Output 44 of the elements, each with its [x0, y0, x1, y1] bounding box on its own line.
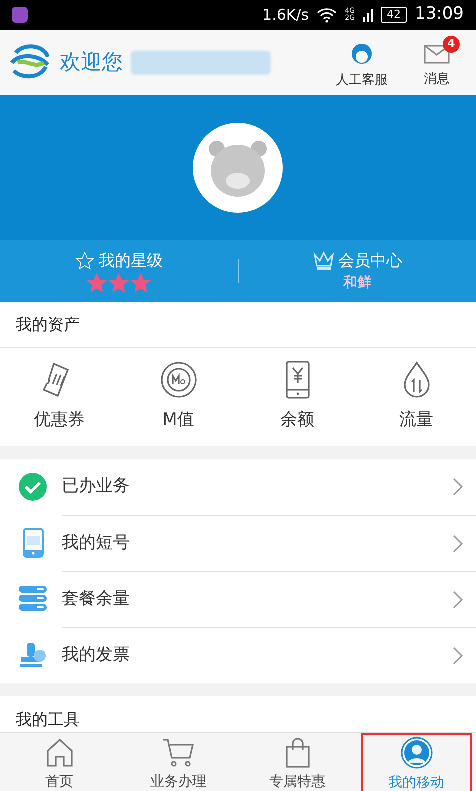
- section-title: 我的工具: [16, 710, 80, 729]
- star-icon: [75, 251, 95, 271]
- clock: 13:09: [415, 3, 464, 26]
- network-speed: 1.6K/s: [262, 4, 310, 26]
- nav-tab[interactable]: 首页: [0, 733, 119, 791]
- chevron-icon: [452, 534, 464, 554]
- asset-item[interactable]: 余额: [238, 348, 357, 446]
- stamp-icon: [18, 640, 48, 670]
- agent-icon: [350, 42, 374, 67]
- member-level: 和鲜: [344, 274, 372, 292]
- messages-button[interactable]: 4 消息: [414, 36, 460, 90]
- customer-service-button[interactable]: 人工客服: [326, 34, 398, 90]
- asset-item[interactable]: 流量: [357, 348, 476, 446]
- mail-icon: [424, 44, 450, 66]
- chevron-icon: [452, 646, 464, 666]
- menu-item[interactable]: 我的短号: [0, 515, 476, 571]
- star-icon: [108, 273, 130, 293]
- app-icon: [12, 7, 28, 23]
- section-title: 我的资产: [16, 314, 80, 336]
- wifi-icon: [317, 8, 338, 22]
- badge: 4: [443, 36, 460, 53]
- battery-level: 42: [381, 7, 407, 23]
- chevron-icon: [452, 477, 464, 497]
- star-icon: [130, 273, 152, 293]
- signal-icon: [363, 7, 373, 23]
- menu-item[interactable]: 套餐余量: [0, 571, 476, 627]
- user-icon: [400, 736, 432, 768]
- cart-icon: [162, 738, 196, 768]
- menu-item[interactable]: 我的发票: [0, 627, 476, 683]
- home-icon: [44, 738, 74, 768]
- nav-tab[interactable]: 专属特惠: [238, 733, 357, 791]
- stat-label: 会员中心: [338, 250, 402, 272]
- stat-label: 我的星级: [99, 250, 163, 272]
- coin-icon: [158, 360, 198, 400]
- asset-item[interactable]: 优惠券: [0, 348, 119, 446]
- star-icon: [86, 273, 108, 293]
- chevron-icon: [452, 590, 464, 610]
- nav-tab[interactable]: 业务办理: [119, 733, 238, 791]
- crown-icon: [312, 250, 334, 270]
- menu-item[interactable]: 已办业务: [0, 459, 476, 515]
- greeting: 欢迎您: [60, 48, 123, 76]
- asset-item[interactable]: M值: [119, 348, 238, 446]
- check-circle-icon: [18, 472, 48, 502]
- stack-bars-icon: [18, 584, 48, 614]
